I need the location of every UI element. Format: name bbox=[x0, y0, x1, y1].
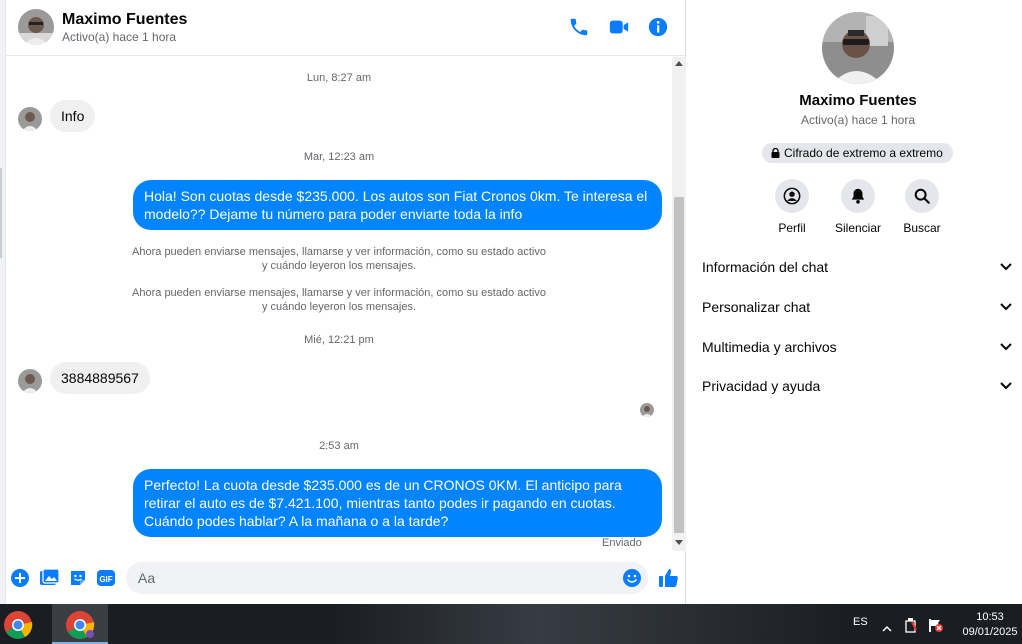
video-icon[interactable] bbox=[608, 16, 630, 38]
chevron-down-icon bbox=[1000, 303, 1012, 311]
contact-name[interactable]: Maximo Fuentes bbox=[62, 11, 187, 29]
clock-time: 10:53 bbox=[976, 611, 1004, 623]
section-label: Privacidad y ayuda bbox=[702, 378, 821, 394]
outgoing-message[interactable]: Hola! Son cuotas desde $235.000. Los aut… bbox=[133, 180, 662, 230]
message-scrollbar[interactable] bbox=[672, 57, 686, 551]
chevron-down-icon bbox=[1000, 343, 1012, 351]
section-privacy-help[interactable]: Privacidad y ayuda bbox=[702, 375, 1018, 399]
chrome-taskbar-button[interactable] bbox=[52, 604, 108, 644]
system-clock[interactable]: 10:53 09/01/2025 bbox=[958, 610, 1022, 640]
chat-header: Maximo Fuentes Activo(a) hace 1 hora bbox=[6, 0, 686, 56]
section-label: Personalizar chat bbox=[702, 299, 811, 315]
system-notice-line: Ahora pueden enviarse mensajes, llamarse… bbox=[132, 287, 546, 299]
search-button-label: Buscar bbox=[903, 221, 941, 235]
encryption-label: Cifrado de extremo a extremo bbox=[784, 146, 943, 160]
scroll-up-arrow-icon[interactable] bbox=[675, 61, 683, 66]
profile-button[interactable]: Perfil bbox=[762, 179, 822, 235]
chevron-down-icon bbox=[1000, 382, 1012, 390]
gif-label: GIF bbox=[99, 575, 112, 584]
encryption-badge[interactable]: Cifrado de extremo a extremo bbox=[762, 143, 953, 163]
message-input-box[interactable] bbox=[126, 562, 648, 594]
contact-info-panel: Maximo Fuentes Activo(a) hace 1 hora Cif… bbox=[688, 0, 1022, 604]
composer-bar: GIF bbox=[6, 556, 686, 602]
emoji-icon[interactable] bbox=[622, 568, 642, 588]
profile-name: Maximo Fuentes bbox=[799, 92, 917, 109]
profile-photo[interactable] bbox=[822, 12, 894, 84]
incoming-message[interactable]: 3884889567 bbox=[50, 362, 150, 394]
profile-icon bbox=[783, 187, 801, 205]
timestamp: 2:53 am bbox=[319, 440, 359, 452]
sticker-icon[interactable] bbox=[68, 568, 88, 588]
tray-chevron-up-icon[interactable] bbox=[882, 620, 892, 638]
add-icon[interactable] bbox=[10, 568, 30, 588]
chrome-start-icon[interactable] bbox=[0, 604, 38, 644]
message-list[interactable]: Lun, 8:27 am Info Mar, 12:23 am Hola! So… bbox=[6, 57, 672, 551]
mute-button[interactable]: Silenciar bbox=[828, 179, 888, 235]
lock-icon bbox=[771, 148, 780, 158]
system-notice: Ahora pueden enviarse mensajes, llamarse… bbox=[6, 286, 672, 314]
contact-status: Activo(a) hace 1 hora bbox=[62, 30, 177, 44]
system-notice-line: y cuándo leyeron los mensajes. bbox=[261, 260, 417, 272]
mute-button-label: Silenciar bbox=[834, 221, 882, 235]
search-button[interactable]: Buscar bbox=[892, 179, 952, 235]
profile-button-label: Perfil bbox=[778, 221, 806, 235]
system-notice: Ahora pueden enviarse mensajes, llamarse… bbox=[6, 245, 672, 273]
power-icon[interactable] bbox=[904, 617, 918, 638]
profile-status: Activo(a) hace 1 hora bbox=[800, 113, 916, 127]
section-chat-info[interactable]: Información del chat bbox=[702, 256, 1018, 280]
scroll-down-arrow-icon[interactable] bbox=[675, 540, 683, 545]
clock-date: 09/01/2025 bbox=[962, 626, 1018, 638]
contact-avatar-small bbox=[18, 107, 42, 131]
message-input[interactable] bbox=[138, 562, 608, 594]
timestamp: Lun, 8:27 am bbox=[306, 72, 372, 84]
bell-icon bbox=[851, 188, 865, 204]
outgoing-message[interactable]: Perfecto! La cuota desde $235.000 es de … bbox=[133, 469, 662, 537]
like-icon[interactable] bbox=[658, 567, 678, 587]
search-icon bbox=[914, 188, 930, 204]
section-media-files[interactable]: Multimedia y archivos bbox=[702, 336, 1018, 360]
phone-icon[interactable] bbox=[568, 16, 590, 38]
windows-taskbar: ES 10:53 09/01/2025 bbox=[0, 604, 1022, 644]
language-indicator[interactable]: ES bbox=[853, 616, 868, 628]
system-notice-line: Ahora pueden enviarse mensajes, llamarse… bbox=[132, 246, 546, 258]
section-label: Información del chat bbox=[702, 259, 829, 275]
chat-panel: Maximo Fuentes Activo(a) hace 1 hora Lun… bbox=[6, 0, 686, 604]
gif-icon[interactable]: GIF bbox=[96, 568, 116, 588]
network-icon[interactable] bbox=[928, 617, 944, 638]
contact-avatar-small bbox=[18, 369, 42, 393]
chevron-down-icon bbox=[1000, 263, 1012, 271]
seen-avatar-icon bbox=[640, 403, 654, 417]
section-label: Multimedia y archivos bbox=[702, 339, 837, 355]
scroll-thumb[interactable] bbox=[674, 197, 684, 533]
image-icon[interactable] bbox=[39, 568, 60, 588]
incoming-message[interactable]: Info bbox=[50, 100, 96, 132]
timestamp: Mar, 12:23 am bbox=[303, 151, 375, 163]
delivery-status: Enviado bbox=[602, 537, 642, 549]
section-customize-chat[interactable]: Personalizar chat bbox=[702, 296, 1018, 320]
system-notice-line: y cuándo leyeron los mensajes. bbox=[261, 301, 417, 313]
info-icon[interactable] bbox=[647, 16, 669, 38]
timestamp: Mié, 12:21 pm bbox=[304, 334, 374, 346]
contact-avatar[interactable] bbox=[18, 9, 54, 45]
